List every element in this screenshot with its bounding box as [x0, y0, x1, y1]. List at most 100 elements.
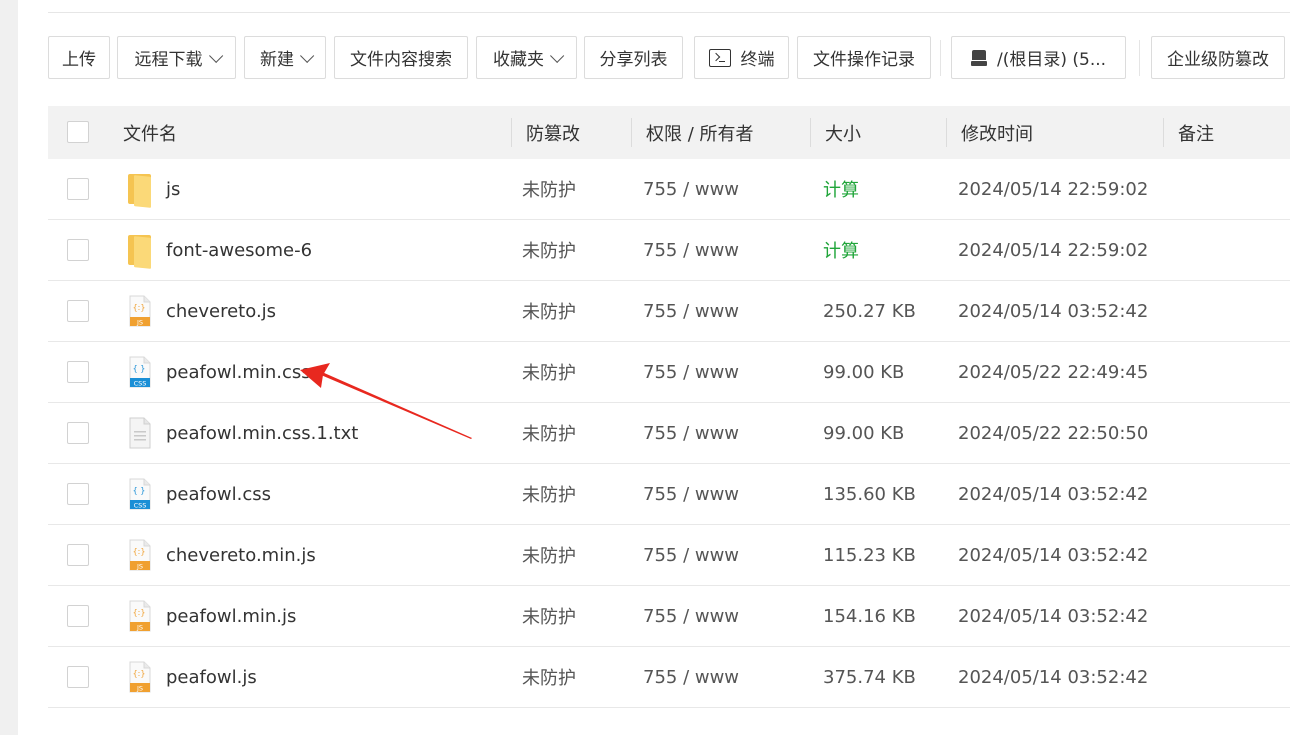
file-name[interactable]: peafowl.min.css.1.txt — [166, 403, 358, 463]
file-name[interactable]: peafowl.js — [166, 647, 257, 707]
terminal-button[interactable]: 终端 — [694, 36, 789, 79]
note-cell[interactable] — [1178, 403, 1288, 463]
new-button[interactable]: 新建 — [244, 36, 326, 79]
note-cell[interactable] — [1178, 647, 1288, 707]
chevron-down-icon — [208, 48, 223, 63]
row-checkbox[interactable] — [67, 422, 89, 444]
note-cell[interactable] — [1178, 464, 1288, 524]
file-name[interactable]: chevereto.min.js — [166, 525, 316, 585]
note-cell[interactable] — [1178, 342, 1288, 402]
tamper-status[interactable]: 未防护 — [522, 342, 576, 402]
row-checkbox[interactable] — [67, 178, 89, 200]
operation-log-button[interactable]: 文件操作记录 — [797, 36, 931, 79]
permission-owner[interactable]: 755 / www — [643, 647, 739, 707]
permission-owner[interactable]: 755 / www — [643, 220, 739, 280]
permission-owner[interactable]: 755 / www — [643, 159, 739, 219]
note-cell[interactable] — [1178, 525, 1288, 585]
table-row[interactable]: {:} JS chevereto.js 未防护 755 / www 250.27 KB 20… — [48, 281, 1290, 342]
modified-time: 2024/05/22 22:49:45 — [958, 361, 1149, 383]
disk-select-button[interactable]: /(根目录) (5... — [951, 36, 1126, 79]
modified-time: 2024/05/14 03:52:42 — [958, 666, 1149, 688]
file-size: 154.16 KB — [823, 605, 916, 627]
permission-owner[interactable]: 755 / www — [643, 464, 739, 524]
column-header-tamper[interactable]: 防篡改 — [526, 106, 580, 159]
row-checkbox[interactable] — [67, 483, 89, 505]
table-row[interactable]: {:} JS chevereto.min.js 未防护 755 / www 115.23 … — [48, 525, 1290, 586]
column-header-size[interactable]: 大小 — [825, 106, 861, 159]
tamper-status[interactable]: 未防护 — [522, 281, 576, 341]
table-row[interactable]: font-awesome-6 未防护 755 / www 计算 2024/05/14 2… — [48, 220, 1290, 281]
tamper-status[interactable]: 未防护 — [522, 159, 576, 219]
column-separator — [511, 118, 512, 147]
permission-owner[interactable]: 755 / www — [643, 586, 739, 646]
js-file-icon: {:} JS — [129, 539, 151, 571]
tamper-status[interactable]: 未防护 — [522, 464, 576, 524]
tamper-status[interactable]: 未防护 — [522, 403, 576, 463]
file-name[interactable]: chevereto.js — [166, 281, 276, 341]
permission-owner[interactable]: 755 / www — [643, 281, 739, 341]
column-header-modified[interactable]: 修改时间 — [961, 106, 1033, 159]
css-file-icon: { } CSS — [129, 356, 151, 388]
file-glyph: {:} — [133, 303, 146, 312]
column-header-name[interactable]: 文件名 — [123, 106, 177, 159]
permission-owner[interactable]: 755 / www — [643, 525, 739, 585]
file-size: 99.00 KB — [823, 422, 905, 444]
toolbar-separator — [940, 40, 941, 76]
content-search-button[interactable]: 文件内容搜索 — [334, 36, 468, 79]
table-row[interactable]: { } CSS peafowl.css 未防护 755 / www 135.60 KB 20… — [48, 464, 1290, 525]
file-name[interactable]: font-awesome-6 — [166, 220, 312, 280]
file-name[interactable]: js — [166, 159, 180, 219]
row-checkbox[interactable] — [67, 239, 89, 261]
terminal-icon — [708, 48, 731, 67]
column-header-note[interactable]: 备注 — [1178, 106, 1214, 159]
file-size: 250.27 KB — [823, 300, 916, 322]
row-checkbox[interactable] — [67, 605, 89, 627]
tamper-status[interactable]: 未防护 — [522, 647, 576, 707]
js-file-icon: {:} JS — [129, 295, 151, 327]
share-list-button[interactable]: 分享列表 — [584, 36, 683, 79]
modified-time: 2024/05/14 22:59:02 — [958, 239, 1149, 261]
row-checkbox[interactable] — [67, 544, 89, 566]
remote-download-label: 远程下载 — [134, 50, 203, 70]
table-row[interactable]: js 未防护 755 / www 计算 2024/05/14 22:59:02 — [48, 159, 1290, 220]
file-name[interactable]: peafowl.min.js — [166, 586, 296, 646]
modified-time: 2024/05/14 22:59:02 — [958, 178, 1149, 200]
row-checkbox[interactable] — [67, 300, 89, 322]
file-type-label: JS — [136, 563, 143, 571]
enterprise-protect-button[interactable]: 企业级防篡改 — [1151, 36, 1285, 79]
tamper-status[interactable]: 未防护 — [522, 220, 576, 280]
permission-owner[interactable]: 755 / www — [643, 342, 739, 402]
file-size[interactable]: 计算 — [823, 159, 859, 219]
file-glyph: {:} — [133, 547, 146, 556]
tamper-status[interactable]: 未防护 — [522, 586, 576, 646]
file-size: 375.74 KB — [823, 666, 916, 688]
modified-time: 2024/05/14 03:52:42 — [958, 483, 1149, 505]
file-size[interactable]: 计算 — [823, 220, 859, 280]
folder-icon — [128, 172, 151, 208]
file-size: 99.00 KB — [823, 361, 905, 383]
favorites-button[interactable]: 收藏夹 — [476, 36, 577, 79]
tamper-status[interactable]: 未防护 — [522, 525, 576, 585]
table-header: 文件名 防篡改 权限 / 所有者 大小 修改时间 备注 — [48, 106, 1290, 159]
note-cell[interactable] — [1178, 220, 1288, 280]
css-file-icon: { } CSS — [129, 478, 151, 510]
note-cell[interactable] — [1178, 586, 1288, 646]
file-type-label: CSS — [134, 380, 147, 388]
table-row[interactable]: {:} JS peafowl.js 未防护 755 / www 375.74 KB 2024… — [48, 647, 1290, 708]
note-cell[interactable] — [1178, 281, 1288, 341]
table-row[interactable]: peafowl.min.css.1.txt 未防护 755 / www 99.00 K… — [48, 403, 1290, 464]
note-cell[interactable] — [1178, 159, 1288, 219]
table-row[interactable]: {:} JS peafowl.min.js 未防护 755 / www 154.16 KB… — [48, 586, 1290, 647]
row-checkbox[interactable] — [67, 666, 89, 688]
file-name[interactable]: peafowl.min.css — [166, 342, 311, 402]
remote-download-button[interactable]: 远程下载 — [117, 36, 236, 79]
js-file-icon: {:} JS — [129, 661, 151, 693]
file-name[interactable]: peafowl.css — [166, 464, 271, 524]
file-type-label: JS — [136, 685, 143, 693]
select-all-checkbox[interactable] — [67, 121, 89, 143]
table-row[interactable]: { } CSS peafowl.min.css 未防护 755 / www 99.00 K… — [48, 342, 1290, 403]
column-header-permission[interactable]: 权限 / 所有者 — [646, 106, 754, 159]
permission-owner[interactable]: 755 / www — [643, 403, 739, 463]
row-checkbox[interactable] — [67, 361, 89, 383]
upload-button[interactable]: 上传 — [48, 36, 110, 79]
